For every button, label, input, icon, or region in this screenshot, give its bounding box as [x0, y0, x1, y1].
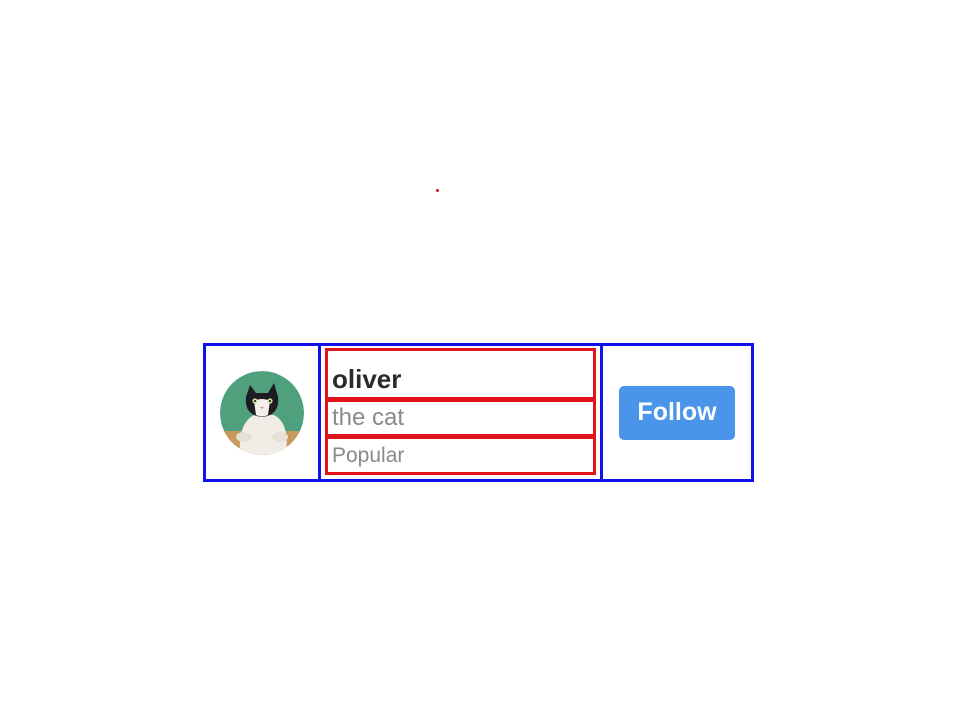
follow-button[interactable]: Follow	[619, 385, 735, 440]
avatar-cell	[206, 346, 321, 479]
user-description: the cat	[325, 399, 596, 437]
cat-avatar-icon[interactable]	[220, 370, 304, 455]
action-cell: Follow	[603, 346, 751, 479]
user-tag: Popular	[325, 436, 596, 475]
user-card: oliver the cat Popular Follow	[203, 343, 754, 482]
profile-info: oliver the cat Popular	[321, 346, 603, 479]
username: oliver	[325, 348, 596, 400]
red-marker-dot	[436, 189, 439, 192]
